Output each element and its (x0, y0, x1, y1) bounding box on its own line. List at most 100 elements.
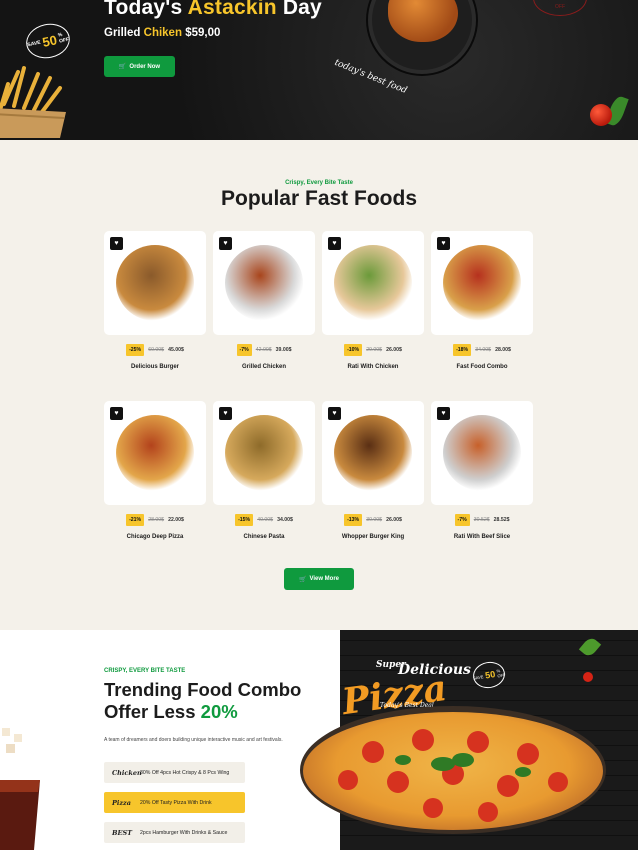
product-image (116, 415, 194, 491)
old-price: 42.00$ (255, 347, 272, 353)
product-card[interactable]: ♥ (104, 231, 206, 335)
offer-text: 2pcs Hamburger With Drinks & Sauce (140, 829, 228, 836)
price-row: -18% 34.00$ 28.00$ (431, 344, 533, 356)
cart-icon: 🛒 (118, 64, 127, 70)
price-row: -25% 60.00$ 45.00$ (104, 344, 206, 356)
trending-title-line2: Offer Less (104, 701, 196, 722)
product-name[interactable]: Rati With Beef Slice (431, 534, 533, 540)
offer-text: 30% Off 4pcs Hot Crispy & 8 Pcs Wing (140, 769, 230, 776)
price-row: -15% 40.00$ 34.00$ (213, 514, 315, 526)
soda-image (0, 728, 40, 850)
old-price: 28.00$ (148, 517, 165, 523)
product-name[interactable]: Whopper Burger King (322, 534, 424, 540)
product-name[interactable]: Rati With Chicken (322, 364, 424, 370)
hero-title-post: Day (282, 0, 322, 19)
discount-badge: -7% (236, 344, 252, 356)
product-image (225, 415, 303, 491)
hero-subtitle-pre: Grilled (104, 27, 141, 39)
discount-badge: -7% (454, 514, 470, 526)
product-name[interactable]: Delicious Burger (104, 364, 206, 370)
trending-title-line1: Trending Food Combo (104, 679, 302, 700)
discount-badge: -13% (344, 514, 363, 526)
view-more-button[interactable]: 🛒 View More (284, 568, 354, 590)
trending-title: Trending Food Combo Offer Less 20% (104, 679, 301, 723)
popular-title: Popular Fast Foods (220, 187, 417, 210)
old-price: 40.00$ (257, 517, 274, 523)
offer-item-pizza[interactable]: Pizza 20% Off Tasty Pizza With Drink (104, 792, 245, 813)
fries-image (0, 66, 66, 138)
heart-icon[interactable]: ♥ (328, 407, 341, 420)
cart-icon: 🛒 (298, 576, 307, 583)
product-name[interactable]: Chinese Pasta (213, 534, 315, 540)
new-price: 39.00$ (275, 347, 292, 353)
product-card[interactable]: ♥ (104, 401, 206, 505)
old-price: 29.00$ (366, 347, 383, 353)
heart-icon[interactable]: ♥ (328, 237, 341, 250)
view-more-label: View More (309, 576, 340, 582)
heart-icon[interactable]: ♥ (437, 407, 450, 420)
discount-badge: -25% (126, 344, 145, 356)
trending-title-accent: 20% (200, 701, 238, 722)
product-card[interactable]: ♥ (213, 401, 315, 505)
pizza-image (303, 712, 603, 830)
product-card[interactable]: ♥ (322, 401, 424, 505)
heart-icon[interactable]: ♥ (219, 237, 232, 250)
hero-price: $59,00 (185, 27, 221, 39)
offer-item-chicken[interactable]: Chicken 30% Off 4pcs Hot Crispy & 8 Pcs … (104, 762, 245, 783)
product-image (443, 415, 521, 491)
price-row: -21% 28.00$ 22.00$ (104, 514, 206, 526)
product-image (225, 245, 303, 321)
new-price: 34.00$ (277, 517, 293, 523)
product-image (334, 245, 412, 321)
old-price: 34.00$ (475, 347, 492, 353)
tomato-decoration (590, 104, 612, 126)
heart-icon[interactable]: ♥ (219, 407, 232, 420)
price-row: -7% 42.00$ 39.00$ (213, 344, 315, 356)
price-row: -10% 29.00$ 26.00$ (322, 344, 424, 356)
product-card[interactable]: ♥ (213, 231, 315, 335)
hero-subtitle: Grilled Chiken $59,00 (104, 27, 220, 39)
order-now-label: Order Now (129, 63, 161, 70)
old-price: 60.00$ (148, 347, 165, 353)
hero-background (0, 0, 638, 140)
heart-icon[interactable]: ♥ (110, 237, 123, 250)
new-price: 26.00$ (386, 517, 402, 523)
discount-badge: -10% (344, 344, 363, 356)
hero-title-pre: Today's (104, 0, 183, 19)
offer-item-burger[interactable]: BEST 2pcs Hamburger With Drinks & Sauce (104, 822, 245, 843)
product-card[interactable]: ♥ (431, 231, 533, 335)
hero-banner (0, 0, 638, 140)
new-price: 45.00$ (168, 347, 184, 353)
product-image (334, 415, 412, 491)
product-card[interactable]: ♥ (431, 401, 533, 505)
product-name[interactable]: Grilled Chicken (213, 364, 315, 370)
offer-text: 20% Off Tasty Pizza With Drink (140, 799, 212, 806)
hero-subtitle-accent: Chiken (143, 27, 182, 39)
trending-kicker: CRISPY, EVERY BITE TASTE (104, 668, 186, 674)
new-price: 26.00$ (386, 347, 402, 353)
popular-kicker: Crispy, Every Bite Taste (285, 180, 353, 186)
product-image (116, 245, 194, 321)
product-image (443, 245, 521, 321)
new-price: 28.00$ (495, 347, 511, 353)
order-now-button[interactable]: 🛒 Order Now (104, 56, 175, 77)
discount-badge: -18% (453, 344, 472, 356)
new-price: 22.00$ (168, 517, 184, 523)
trending-description: A team of dreamers and doers building un… (104, 737, 283, 743)
price-row: -13% 30.00$ 26.00$ (322, 514, 424, 526)
best-burger-logo: BEST (112, 828, 132, 837)
chili-decoration (583, 672, 593, 682)
price-row: -7% 30.52$ 28.52$ (431, 514, 533, 526)
product-name[interactable]: Fast Food Combo (431, 364, 533, 370)
product-name[interactable]: Chicago Deep Pizza (104, 534, 206, 540)
pizza-logo: Pizza (112, 798, 131, 807)
badge-save-label: SAVE (26, 39, 42, 49)
badge-unit-off: % OFF (57, 31, 70, 45)
chicken-logo: Chicken (112, 768, 142, 777)
heart-icon[interactable]: ♥ (110, 407, 123, 420)
heart-icon[interactable]: ♥ (437, 237, 450, 250)
hero-title-accent: Astackin (187, 0, 277, 19)
new-price: 28.52$ (493, 517, 510, 523)
product-card[interactable]: ♥ (322, 231, 424, 335)
discount-badge: -21% (126, 514, 145, 526)
